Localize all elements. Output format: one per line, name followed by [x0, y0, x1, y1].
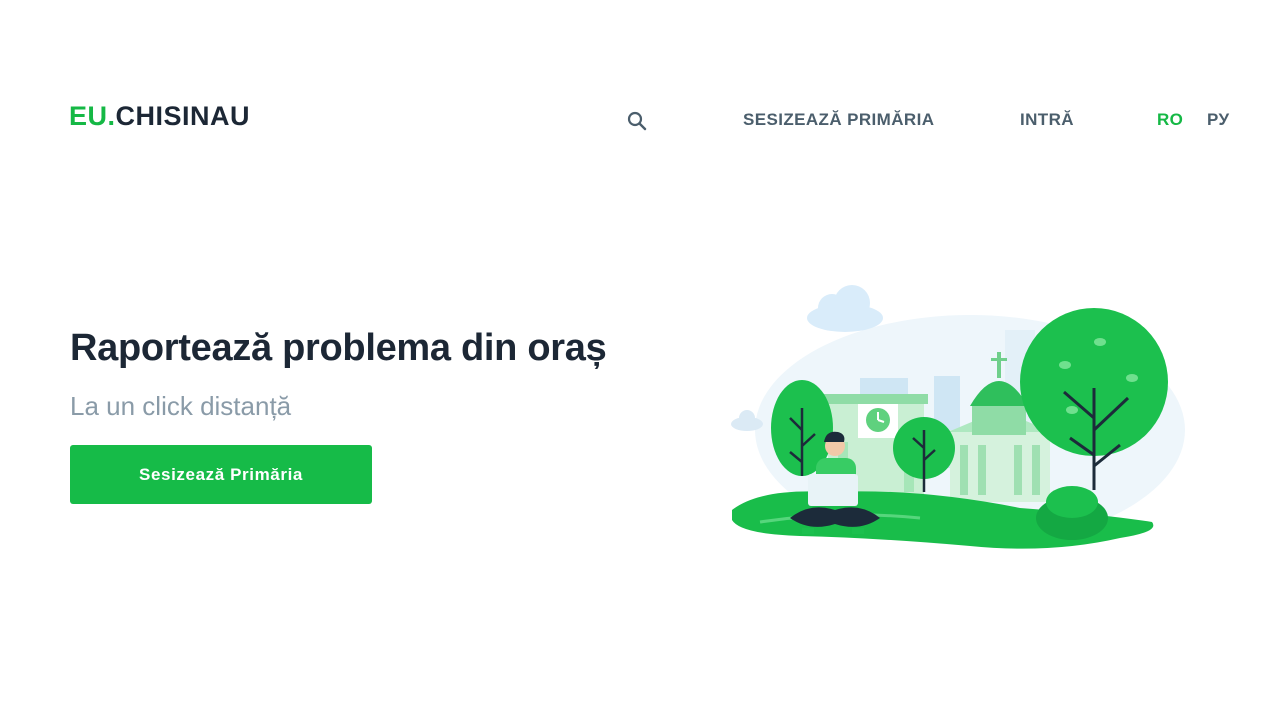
logo-suffix: CHISINAU	[115, 101, 251, 131]
site-logo[interactable]: EU.CHISINAU	[69, 100, 250, 132]
site-header: EU.CHISINAU SESIZEAZĂ PRIMĂRIA INTRĂ RO …	[0, 0, 1280, 160]
nav-report-link[interactable]: SESIZEAZĂ PRIMĂRIA	[743, 108, 934, 132]
city-illustration	[720, 270, 1190, 570]
logo-prefix: EU.	[69, 101, 116, 131]
lang-ru-link[interactable]: РУ	[1207, 108, 1230, 132]
lang-ro-link[interactable]: RO	[1157, 108, 1183, 132]
search-icon[interactable]	[626, 110, 648, 132]
cloud-top	[807, 285, 883, 332]
city-illustration-svg	[731, 285, 1185, 549]
hero-subtitle: La un click distanță	[70, 391, 292, 421]
laptop	[808, 474, 858, 506]
nav-login-link[interactable]: INTRĂ	[1020, 108, 1074, 132]
report-city-hall-button[interactable]: Sesizează Primăria	[70, 445, 372, 504]
hero-title: Raportează problema din oraș	[70, 327, 607, 369]
